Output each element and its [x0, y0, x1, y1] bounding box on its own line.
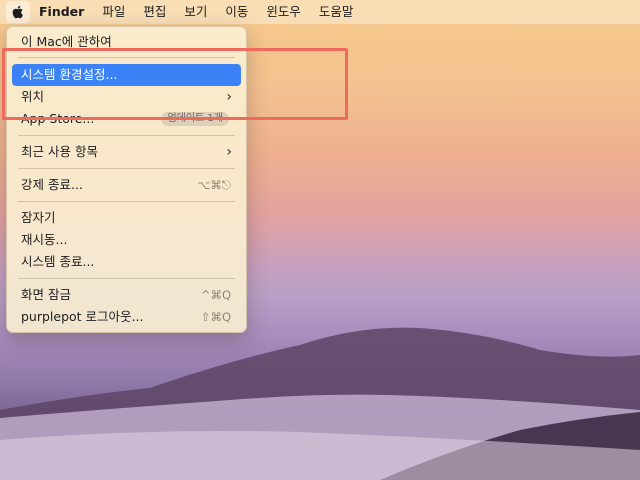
- menu-view[interactable]: 보기: [175, 1, 216, 23]
- menu-divider: [18, 201, 235, 202]
- force-quit-item[interactable]: 강제 종료... ⌥⌘⎋: [12, 174, 241, 196]
- lock-screen-shortcut: ^⌘Q: [200, 288, 231, 302]
- menu-file[interactable]: 파일: [93, 1, 134, 23]
- restart-label: 재시동...: [21, 232, 68, 247]
- menu-window[interactable]: 윈도우: [257, 1, 310, 23]
- menu-divider: [18, 168, 235, 169]
- recent-items-item[interactable]: 최근 사용 항목 ›: [12, 141, 241, 163]
- restart-item[interactable]: 재시동...: [12, 229, 241, 251]
- annotation-highlight-box: [2, 48, 348, 120]
- logout-item[interactable]: purplepot 로그아웃... ⇧⌘Q: [12, 306, 241, 328]
- force-quit-shortcut: ⌥⌘⎋: [197, 178, 231, 192]
- shutdown-item[interactable]: 시스템 종료...: [12, 251, 241, 273]
- apple-logo-icon: [10, 4, 26, 20]
- menu-finder[interactable]: Finder: [30, 1, 93, 23]
- chevron-right-icon: ›: [226, 144, 232, 160]
- shutdown-label: 시스템 종료...: [21, 254, 95, 269]
- logout-shortcut: ⇧⌘Q: [200, 310, 231, 324]
- sleep-item[interactable]: 잠자기: [12, 207, 241, 229]
- menu-help[interactable]: 도움말: [310, 1, 363, 23]
- menu-edit[interactable]: 편집: [134, 1, 175, 23]
- lock-screen-item[interactable]: 화면 잠금 ^⌘Q: [12, 284, 241, 306]
- logout-label: purplepot 로그아웃...: [21, 309, 144, 324]
- menu-divider: [18, 135, 235, 136]
- menu-bar: Finder 파일 편집 보기 이동 윈도우 도움말: [0, 0, 640, 24]
- menu-divider: [18, 278, 235, 279]
- apple-menu-button[interactable]: [6, 1, 30, 23]
- force-quit-label: 강제 종료...: [21, 177, 83, 192]
- recent-items-label: 최근 사용 항목: [21, 144, 98, 159]
- sleep-label: 잠자기: [21, 210, 56, 225]
- menu-go[interactable]: 이동: [216, 1, 257, 23]
- lock-screen-label: 화면 잠금: [21, 287, 71, 302]
